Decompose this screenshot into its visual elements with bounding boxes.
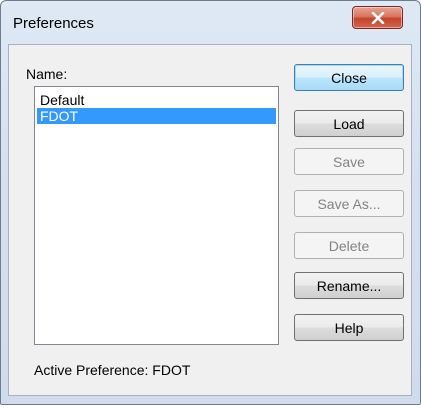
save-button[interactable]: Save <box>294 148 404 175</box>
delete-button[interactable]: Delete <box>294 232 404 259</box>
close-x-icon <box>371 11 384 24</box>
rename-button[interactable]: Rename... <box>294 272 404 299</box>
list-item-default[interactable]: Default <box>37 92 276 108</box>
name-label: Name: <box>26 66 68 82</box>
list-item-fdot[interactable]: FDOT <box>37 108 276 124</box>
active-preference-status: Active Preference: FDOT <box>34 362 191 378</box>
help-button[interactable]: Help <box>294 314 404 341</box>
load-button[interactable]: Load <box>294 110 404 137</box>
save-as-button[interactable]: Save As... <box>294 190 404 217</box>
close-window-button[interactable] <box>352 6 403 29</box>
close-button[interactable]: Close <box>294 64 404 91</box>
window-title: Preferences <box>13 15 94 32</box>
preferences-dialog: Preferences Name: Default FDOT Close Loa… <box>0 0 421 409</box>
preferences-listbox[interactable]: Default FDOT <box>34 86 279 345</box>
